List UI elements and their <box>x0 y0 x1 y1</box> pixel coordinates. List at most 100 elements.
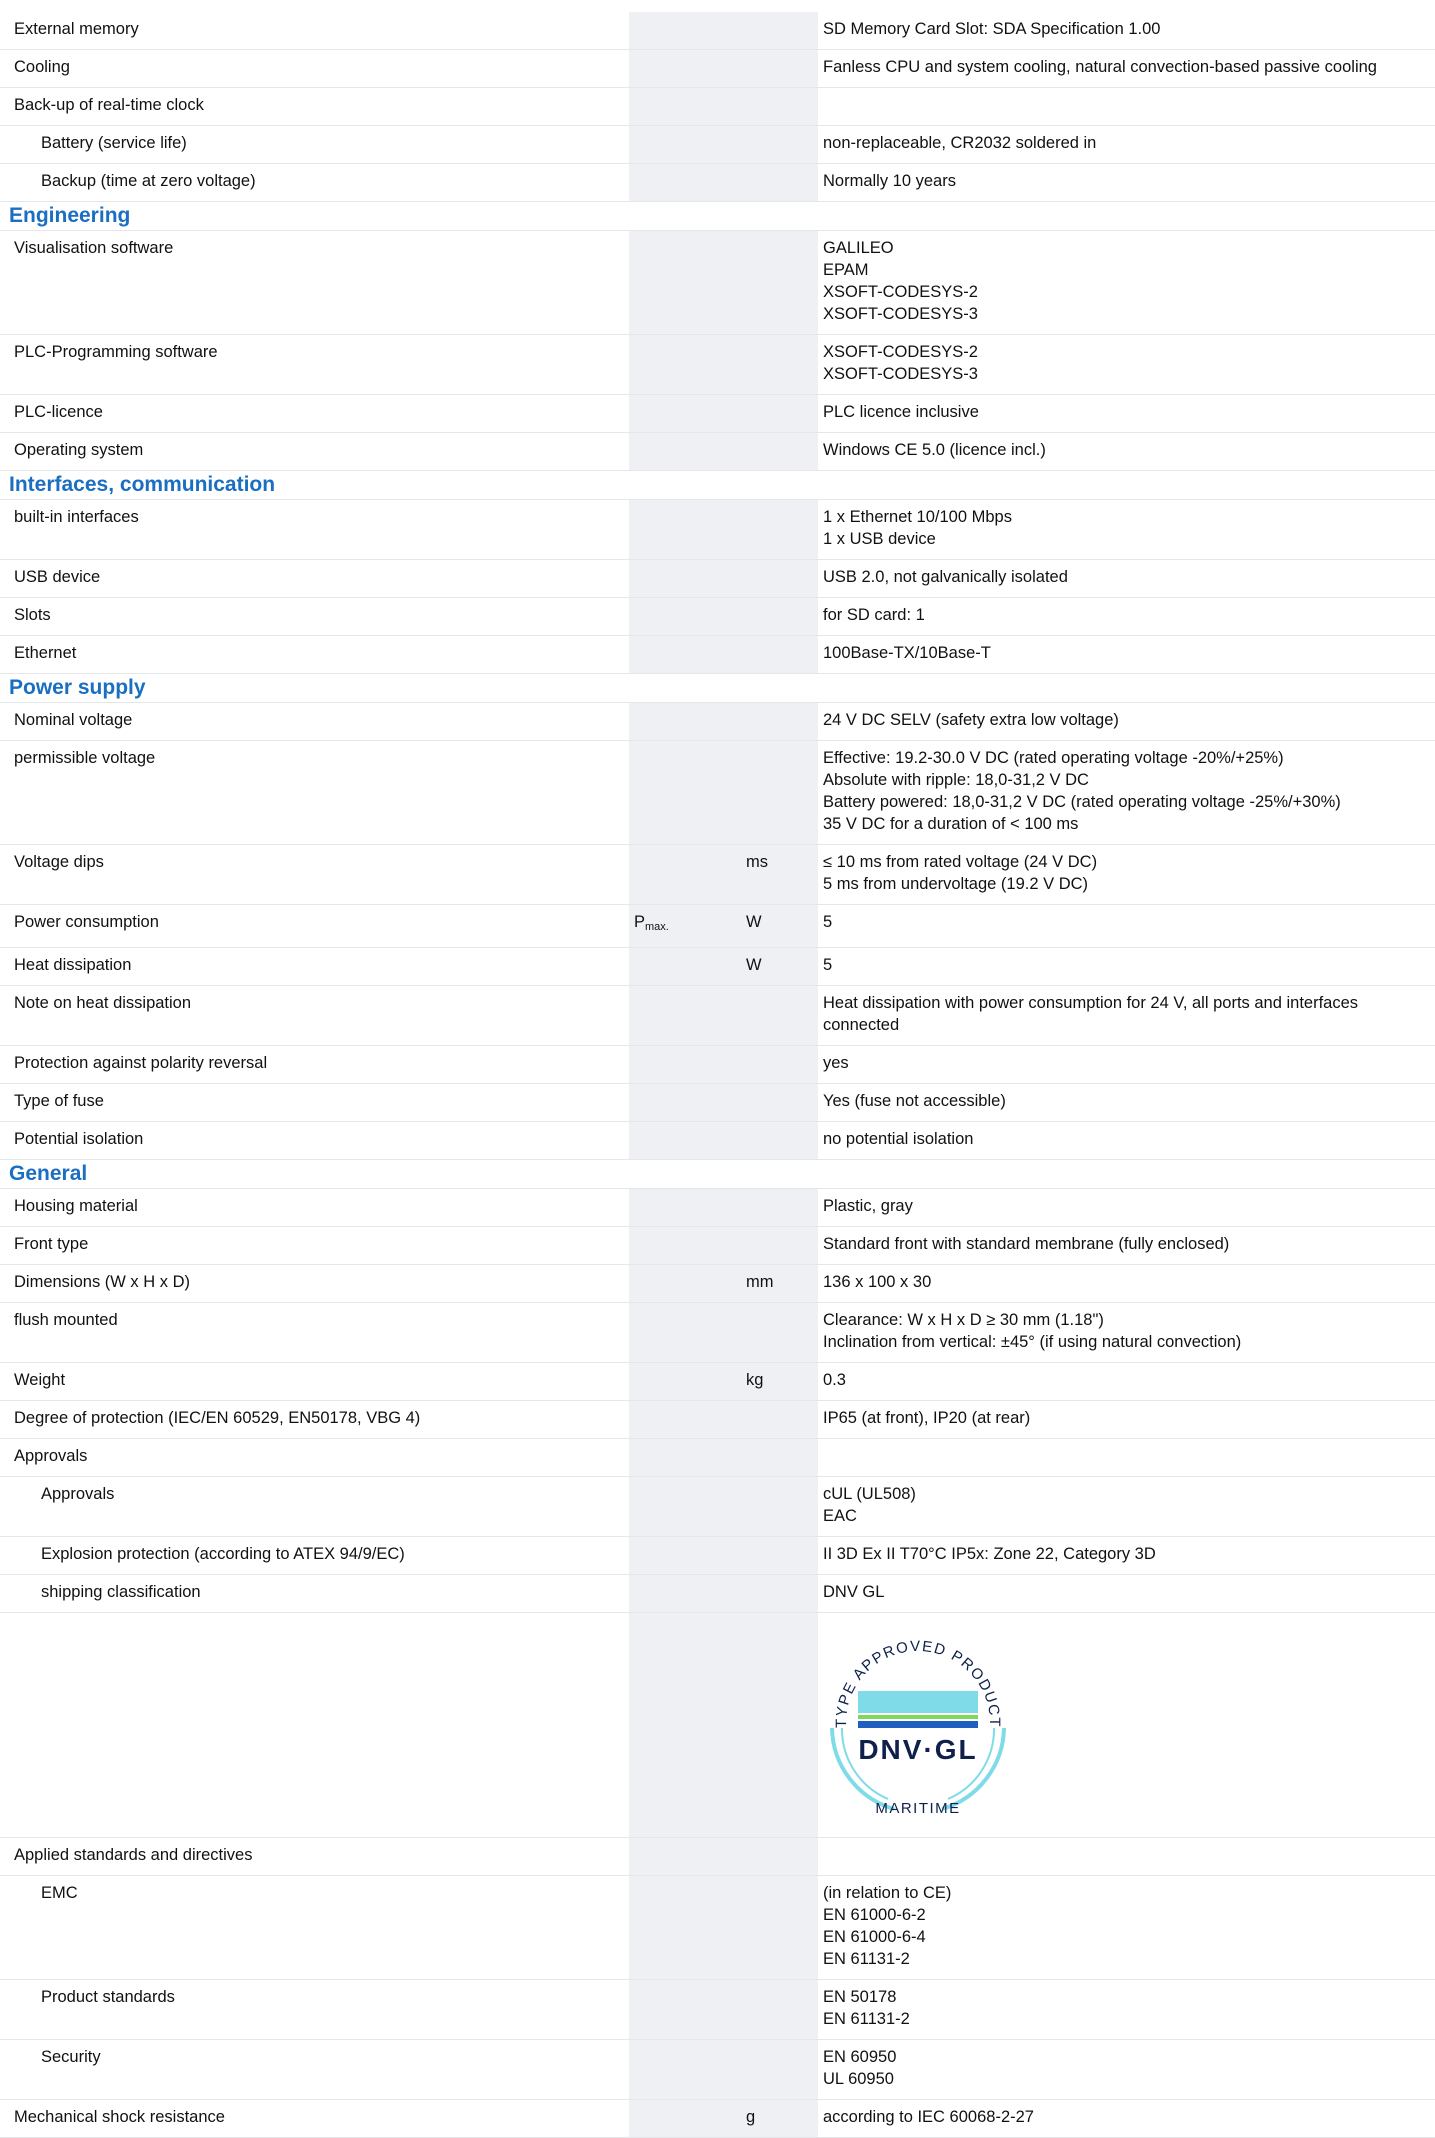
group-engineering: Visualisation software GALILEO EPAM XSOFT-C… <box>0 231 1435 471</box>
logo-sub: MARITIME <box>875 1800 960 1817</box>
spec-row: Cooling Fanless CPU and system cooling, n… <box>0 50 1435 88</box>
spec-unit <box>744 1227 818 1264</box>
spec-value-line: Heat dissipation with power consumption … <box>823 994 1359 1012</box>
spec-sheet: External memory SD Memory Card Slot: SDA … <box>0 0 1435 2138</box>
spec-row: Weight kg 0.3 <box>0 1363 1435 1401</box>
spec-value: 5 <box>818 905 1435 947</box>
spec-value-line: EN 61131-2 <box>823 2010 910 2028</box>
spec-label: Backup (time at zero voltage) <box>41 172 256 190</box>
spec-unit <box>744 1046 818 1083</box>
spec-value-line: EPAM <box>823 261 869 279</box>
spec-value: Normally 10 years <box>818 164 1435 201</box>
spec-value-line: 5 <box>823 956 833 974</box>
spec-unit <box>744 50 818 87</box>
spec-symbol <box>629 433 744 470</box>
logo-arc-text: TYPE APPROVED PRODUCT <box>833 1638 1003 1728</box>
group-general: Housing material Plastic, gray Front type S… <box>0 1189 1435 1613</box>
spec-value: USB 2.0, not galvanically isolated <box>818 560 1435 597</box>
spec-unit <box>744 1122 818 1159</box>
section-engineering: Engineering <box>0 202 1435 231</box>
spec-unit <box>744 1477 818 1536</box>
spec-value: 5 <box>818 948 1435 985</box>
spec-unit <box>744 703 818 740</box>
group-power: Nominal voltage 24 V DC SELV (safety extr… <box>0 703 1435 1160</box>
spec-symbol <box>629 1227 744 1264</box>
spec-row: USB device USB 2.0, not galvanically isol… <box>0 560 1435 598</box>
spec-symbol <box>629 1265 744 1302</box>
spec-label: Protection against polarity reversal <box>14 1054 268 1072</box>
spec-label: Mechanical shock resistance <box>14 2108 225 2126</box>
spec-label: Ethernet <box>14 644 77 662</box>
spec-unit <box>744 433 818 470</box>
spec-value: EN 50178 EN 61131-2 <box>818 1980 1435 2039</box>
spec-symbol <box>629 50 744 87</box>
section-title: General <box>9 1162 88 1185</box>
spec-row: Mechanical shock resistance g according to… <box>0 2100 1435 2138</box>
spec-value-line: Absolute with ripple: 18,0-31,2 V DC <box>823 771 1089 789</box>
spec-unit <box>744 88 818 125</box>
spec-value-line: Normally 10 years <box>823 172 956 190</box>
spec-unit <box>744 231 818 334</box>
spec-value: EN 60950 UL 60950 <box>818 2040 1435 2099</box>
spec-unit <box>744 1084 818 1121</box>
spec-label: Explosion protection (according to ATEX … <box>41 1545 405 1563</box>
spec-value <box>818 1439 1435 1476</box>
spec-symbol <box>629 703 744 740</box>
spec-label: Visualisation software <box>14 239 174 257</box>
spec-value-line: yes <box>823 1054 849 1072</box>
spec-row: shipping classification DNV GL <box>0 1575 1435 1613</box>
spec-row: Voltage dips ms ≤ 10 ms from rated voltage… <box>0 845 1435 905</box>
spec-value-line: Plastic, gray <box>823 1197 913 1215</box>
spec-row: Security EN 60950 UL 60950 <box>0 2040 1435 2100</box>
spec-row: Approvals cUL (UL508) EAC <box>0 1477 1435 1537</box>
spec-value-line: for SD card: 1 <box>823 606 925 624</box>
spec-value-line: 5 ms from undervoltage (19.2 V DC) <box>823 875 1089 893</box>
spec-value-line: 1 x USB device <box>823 530 936 548</box>
spec-unit: W <box>744 905 818 947</box>
spec-symbol <box>629 1122 744 1159</box>
spec-value: 24 V DC SELV (safety extra low voltage) <box>818 703 1435 740</box>
spec-row: Type of fuse Yes (fuse not accessible) <box>0 1084 1435 1122</box>
spec-row: Dimensions (W x H x D) mm 136 x 100 x 30 <box>0 1265 1435 1303</box>
spec-value: XSOFT-CODESYS-2 XSOFT-CODESYS-3 <box>818 335 1435 394</box>
spec-value: Standard front with standard membrane (f… <box>818 1227 1435 1264</box>
spec-label: EMC <box>41 1884 78 1902</box>
spec-symbol <box>629 1838 744 1875</box>
spec-unit <box>744 1876 818 1979</box>
spec-symbol <box>629 231 744 334</box>
spec-value-line: EN 61000-6-2 <box>823 1906 926 1924</box>
spec-label: flush mounted <box>14 1311 118 1329</box>
spec-symbol <box>629 1046 744 1083</box>
spec-label: Housing material <box>14 1197 138 1215</box>
spec-value: ≤ 10 ms from rated voltage (24 V DC) 5 ms… <box>818 845 1435 904</box>
spec-row: flush mounted Clearance: W x H x D ≥ 30 m… <box>0 1303 1435 1363</box>
spec-value: Plastic, gray <box>818 1189 1435 1226</box>
spec-symbol <box>629 1575 744 1612</box>
spec-symbol <box>629 1189 744 1226</box>
spec-row: Battery (service life) non-replaceable, C… <box>0 126 1435 164</box>
spec-value: 136 x 100 x 30 <box>818 1265 1435 1302</box>
spec-label: Nominal voltage <box>14 711 133 729</box>
spec-value-line: IP65 (at front), IP20 (at rear) <box>823 1409 1031 1427</box>
spec-value-line: EN 50178 <box>823 1988 897 2006</box>
section-power: Power supply <box>0 674 1435 703</box>
spec-unit: W <box>744 948 818 985</box>
spec-unit: ms <box>744 845 818 904</box>
spec-row: Nominal voltage 24 V DC SELV (safety extr… <box>0 703 1435 741</box>
spec-value-line: 1 x Ethernet 10/100 Mbps <box>823 508 1012 526</box>
spec-row: Potential isolation no potential isolatio… <box>0 1122 1435 1160</box>
spec-label: PLC-licence <box>14 403 103 421</box>
spec-label: Battery (service life) <box>41 134 187 152</box>
spec-symbol <box>629 126 744 163</box>
spec-value: (in relation to CE) EN 61000-6-2 EN 61000-… <box>818 1876 1435 1979</box>
spec-value-line: EAC <box>823 1507 857 1525</box>
spec-value-line: PLC licence inclusive <box>823 403 979 421</box>
spec-symbol <box>629 88 744 125</box>
spec-value <box>818 1838 1435 1875</box>
spec-unit <box>744 560 818 597</box>
spec-symbol <box>629 1876 744 1979</box>
spec-row: Operating system Windows CE 5.0 (licence … <box>0 433 1435 471</box>
spec-symbol <box>629 948 744 985</box>
spec-value-line: DNV GL <box>823 1583 885 1601</box>
spec-symbol <box>629 335 744 394</box>
